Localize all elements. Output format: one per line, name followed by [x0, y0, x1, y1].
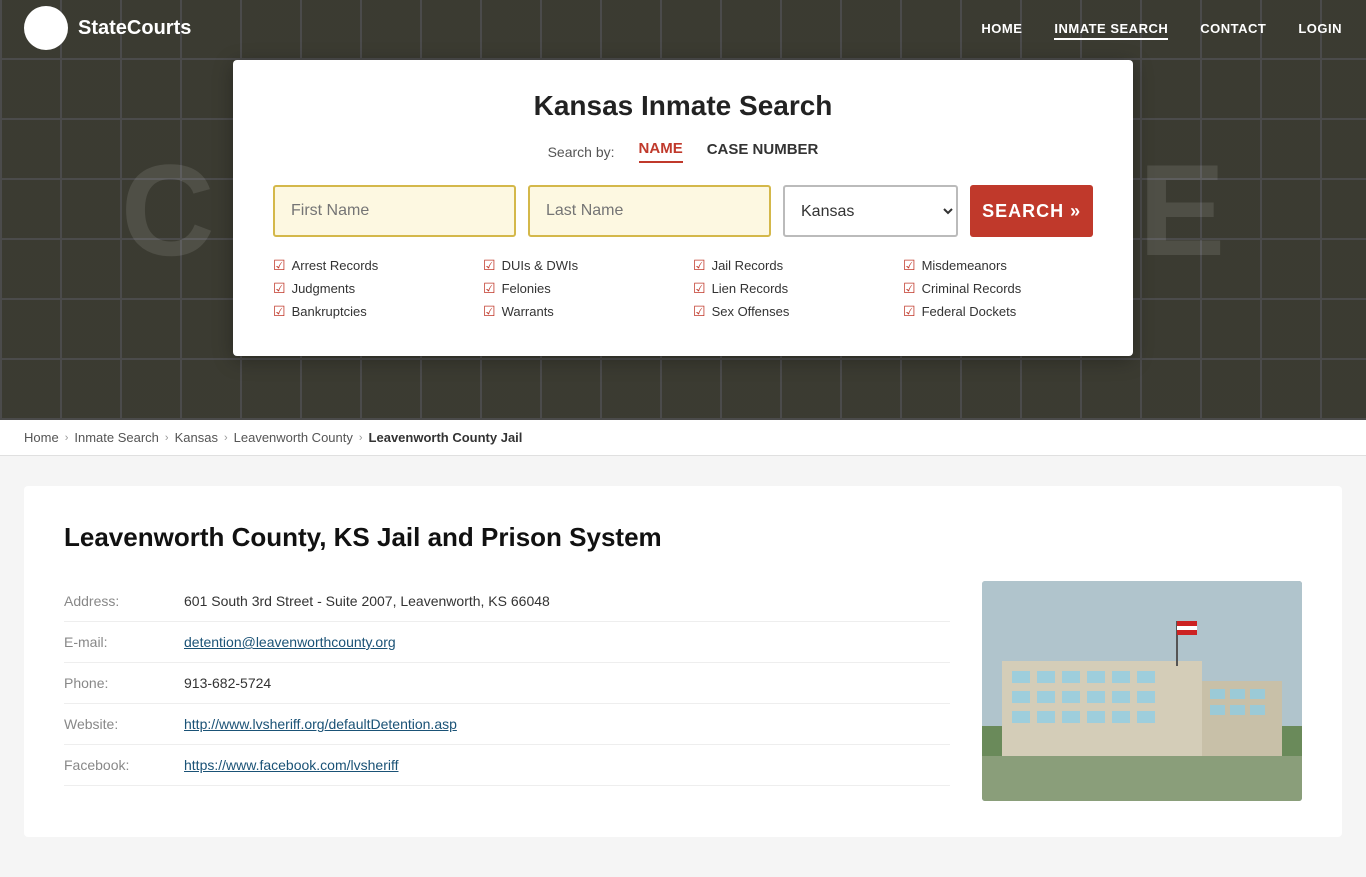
search-button[interactable]: SEARCH » — [970, 185, 1093, 237]
first-name-input[interactable] — [273, 185, 516, 237]
check-sex-offenses: ☑ Sex Offenses — [693, 303, 883, 320]
check-felonies: ☑ Felonies — [483, 280, 673, 297]
breadcrumb-kansas[interactable]: Kansas — [175, 430, 218, 445]
check-icon-felonies: ☑ — [483, 280, 496, 297]
phone-row: Phone: 913-682-5724 — [64, 663, 950, 704]
check-icon-criminal: ☑ — [903, 280, 916, 297]
nav-home[interactable]: HOME — [981, 21, 1022, 36]
state-select[interactable]: Kansas — [783, 185, 958, 237]
check-criminal-records: ☑ Criminal Records — [903, 280, 1093, 297]
check-label-arrest: Arrest Records — [292, 258, 379, 273]
address-value: 601 South 3rd Street - Suite 2007, Leave… — [184, 581, 950, 622]
check-label-federal: Federal Dockets — [922, 304, 1017, 319]
content-card: Leavenworth County, KS Jail and Prison S… — [24, 486, 1342, 837]
check-icon-arrest: ☑ — [273, 257, 286, 274]
search-card-title: Kansas Inmate Search — [273, 90, 1093, 122]
website-value: http://www.lvsheriff.org/defaultDetentio… — [184, 704, 950, 745]
breadcrumb-sep-1: › — [65, 432, 69, 444]
check-label-lien: Lien Records — [712, 281, 789, 296]
breadcrumb-current: Leavenworth County Jail — [369, 430, 523, 445]
check-arrest-records: ☑ Arrest Records — [273, 257, 463, 274]
last-name-input[interactable] — [528, 185, 771, 237]
breadcrumb-home[interactable]: Home — [24, 430, 59, 445]
breadcrumb-county[interactable]: Leavenworth County — [234, 430, 353, 445]
address-row: Address: 601 South 3rd Street - Suite 20… — [64, 581, 950, 622]
main-content: Leavenworth County, KS Jail and Prison S… — [0, 456, 1366, 877]
email-label: E-mail: — [64, 622, 184, 663]
breadcrumb-inmate-search[interactable]: Inmate Search — [74, 430, 159, 445]
content-layout: Address: 601 South 3rd Street - Suite 20… — [64, 581, 1302, 801]
tab-case-number[interactable]: CASE NUMBER — [707, 141, 819, 162]
check-label-duis: DUIs & DWIs — [502, 258, 579, 273]
nav-inmate-search[interactable]: INMATE SEARCH — [1054, 21, 1168, 40]
check-warrants: ☑ Warrants — [483, 303, 673, 320]
check-label-sex-offenses: Sex Offenses — [712, 304, 790, 319]
info-table: Address: 601 South 3rd Street - Suite 20… — [64, 581, 950, 786]
address-label: Address: — [64, 581, 184, 622]
breadcrumb-sep-4: › — [359, 432, 363, 444]
content-right — [982, 581, 1302, 801]
check-icon-sex-offenses: ☑ — [693, 303, 706, 320]
site-logo[interactable]: 🏛 StateCourts — [24, 6, 191, 50]
check-icon-duis: ☑ — [483, 257, 496, 274]
check-label-judgments: Judgments — [292, 281, 356, 296]
check-federal-dockets: ☑ Federal Dockets — [903, 303, 1093, 320]
email-value: detention@leavenworthcounty.org — [184, 622, 950, 663]
check-misdemeanors: ☑ Misdemeanors — [903, 257, 1093, 274]
check-label-criminal: Criminal Records — [922, 281, 1022, 296]
check-icon-lien: ☑ — [693, 280, 706, 297]
content-left: Address: 601 South 3rd Street - Suite 20… — [64, 581, 950, 801]
check-lien-records: ☑ Lien Records — [693, 280, 883, 297]
breadcrumb: Home › Inmate Search › Kansas › Leavenwo… — [0, 420, 1366, 456]
logo-icon: 🏛 — [24, 6, 68, 50]
check-label-warrants: Warrants — [502, 304, 554, 319]
check-icon-bankruptcies: ☑ — [273, 303, 286, 320]
check-duis-dwis: ☑ DUIs & DWIs — [483, 257, 673, 274]
website-row: Website: http://www.lvsheriff.org/defaul… — [64, 704, 950, 745]
facebook-row: Facebook: https://www.facebook.com/lvshe… — [64, 745, 950, 786]
breadcrumb-sep-2: › — [165, 432, 169, 444]
check-jail-records: ☑ Jail Records — [693, 257, 883, 274]
search-card: Kansas Inmate Search Search by: NAME CAS… — [233, 60, 1133, 356]
facebook-value: https://www.facebook.com/lvsheriff — [184, 745, 950, 786]
nav-contact[interactable]: CONTACT — [1200, 21, 1266, 36]
breadcrumb-sep-3: › — [224, 432, 228, 444]
facility-svg — [982, 581, 1302, 801]
hero-section: COURTHOUSE 🏛 StateCourts HOME INMATE SEA… — [0, 0, 1366, 420]
check-label-bankruptcies: Bankruptcies — [292, 304, 367, 319]
phone-value: 913-682-5724 — [184, 663, 950, 704]
check-label-misdemeanors: Misdemeanors — [922, 258, 1007, 273]
check-icon-judgments: ☑ — [273, 280, 286, 297]
check-icon-warrants: ☑ — [483, 303, 496, 320]
check-label-felonies: Felonies — [502, 281, 551, 296]
search-tabs: Search by: NAME CASE NUMBER — [273, 140, 1093, 163]
check-icon-misdemeanors: ☑ — [903, 257, 916, 274]
checks-grid: ☑ Arrest Records ☑ DUIs & DWIs ☑ Jail Re… — [273, 257, 1093, 320]
nav-links: HOME INMATE SEARCH CONTACT LOGIN — [981, 20, 1342, 36]
navbar: 🏛 StateCourts HOME INMATE SEARCH CONTACT… — [0, 0, 1366, 56]
website-label: Website: — [64, 704, 184, 745]
check-judgments: ☑ Judgments — [273, 280, 463, 297]
phone-label: Phone: — [64, 663, 184, 704]
facility-title: Leavenworth County, KS Jail and Prison S… — [64, 522, 1302, 553]
check-icon-federal: ☑ — [903, 303, 916, 320]
facebook-label: Facebook: — [64, 745, 184, 786]
website-link[interactable]: http://www.lvsheriff.org/defaultDetentio… — [184, 716, 457, 732]
search-row: Kansas SEARCH » — [273, 185, 1093, 237]
logo-text: StateCourts — [78, 17, 191, 40]
facility-image — [982, 581, 1302, 801]
check-bankruptcies: ☑ Bankruptcies — [273, 303, 463, 320]
email-link[interactable]: detention@leavenworthcounty.org — [184, 634, 396, 650]
nav-login[interactable]: LOGIN — [1298, 21, 1342, 36]
check-icon-jail: ☑ — [693, 257, 706, 274]
facebook-link[interactable]: https://www.facebook.com/lvsheriff — [184, 757, 399, 773]
search-by-label: Search by: — [548, 144, 615, 160]
tab-name[interactable]: NAME — [639, 140, 683, 163]
check-label-jail: Jail Records — [712, 258, 784, 273]
email-row: E-mail: detention@leavenworthcounty.org — [64, 622, 950, 663]
